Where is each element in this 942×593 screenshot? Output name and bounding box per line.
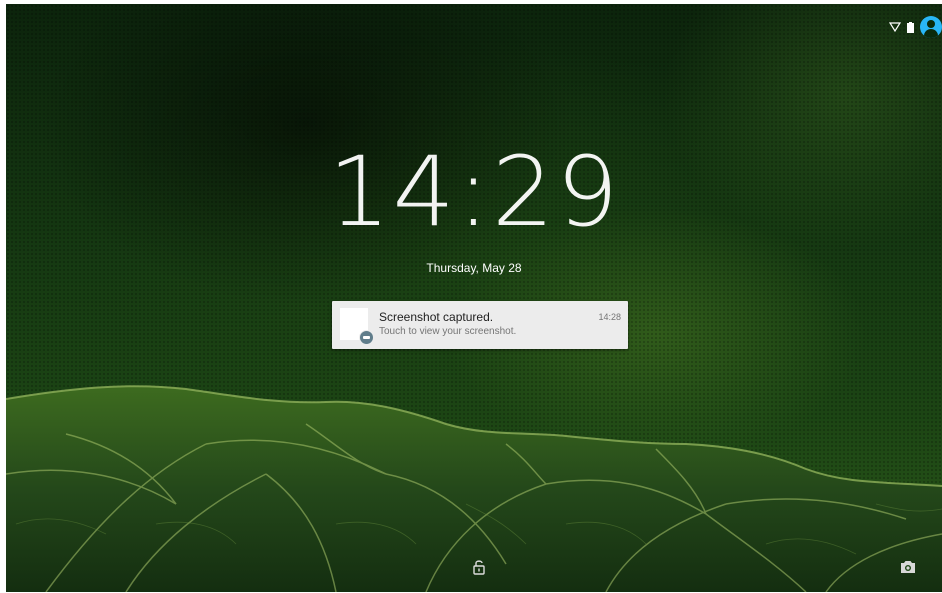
lockscreen-clock: 14:29 [6, 144, 942, 240]
camera-icon[interactable] [900, 560, 916, 579]
user-avatar-icon[interactable] [920, 16, 942, 38]
lockscreen-date: Thursday, May 28 [426, 261, 522, 275]
status-bar [889, 16, 942, 38]
leaf-wallpaper-image [6, 385, 942, 592]
lock-icon[interactable] [472, 559, 486, 580]
battery-icon [907, 21, 914, 33]
notification-time: 14:28 [598, 312, 621, 322]
screenshot-notification[interactable]: Screenshot captured. Touch to view your … [332, 301, 628, 349]
screenshot-app-icon [359, 330, 374, 345]
notification-text: Touch to view your screenshot. [379, 326, 517, 337]
lock-screen: 14:29 Thursday, May 28 Screenshot captur… [6, 4, 942, 592]
clock-time: 14:29 [327, 136, 621, 248]
wifi-icon [889, 22, 901, 32]
notification-title: Screenshot captured. [379, 310, 494, 324]
